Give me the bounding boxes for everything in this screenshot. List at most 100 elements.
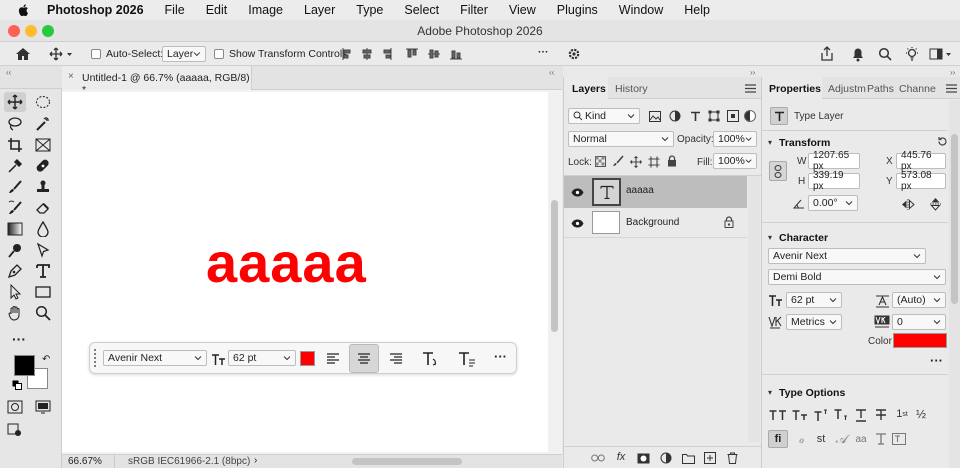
menu-type[interactable]: Type: [356, 3, 383, 17]
menu-edit[interactable]: Edit: [206, 3, 228, 17]
tab-layers[interactable]: Layers: [572, 77, 606, 99]
panel-menu-icon[interactable]: [745, 84, 756, 93]
gear-icon[interactable]: [566, 46, 582, 62]
superscript-icon[interactable]: [812, 407, 830, 423]
hand-tool-icon[interactable]: [4, 303, 26, 323]
ordinals-icon[interactable]: 1st: [892, 405, 912, 423]
search-icon[interactable]: [876, 45, 894, 63]
menu-filter[interactable]: Filter: [460, 3, 488, 17]
collapse-panel-icon[interactable]: ››: [950, 68, 955, 77]
magic-wand-icon[interactable]: [32, 114, 54, 134]
brush-tool-icon[interactable]: [4, 177, 26, 197]
close-tab-icon[interactable]: ×: [68, 71, 74, 82]
character-size-field[interactable]: 62 pt: [786, 292, 842, 308]
chevron-right-icon[interactable]: ›: [254, 455, 257, 466]
menu-file[interactable]: File: [165, 3, 185, 17]
panel-menu-icon[interactable]: [946, 84, 957, 93]
fractions-icon[interactable]: ½: [912, 405, 930, 423]
angle-field[interactable]: 0.00°: [808, 195, 858, 211]
filter-toggle-icon[interactable]: [744, 110, 756, 122]
link-layers-icon[interactable]: [590, 450, 606, 466]
menu-help[interactable]: Help: [684, 3, 710, 17]
align-right-icon[interactable]: [385, 349, 407, 369]
all-caps-icon[interactable]: [768, 407, 788, 423]
vertical-scrollbar[interactable]: [549, 92, 561, 452]
leading-field[interactable]: (Auto): [892, 292, 946, 308]
frame-tool-icon[interactable]: [32, 135, 54, 155]
zoom-tool-icon[interactable]: [32, 303, 54, 323]
filter-shape-icon[interactable]: [707, 109, 721, 123]
lock-pixels-icon[interactable]: [612, 155, 624, 167]
character-color-swatch[interactable]: [893, 333, 947, 348]
marquee-tool-icon[interactable]: [32, 92, 54, 112]
align-left-icon[interactable]: [322, 349, 344, 369]
context-size-dropdown[interactable]: 62 pt: [228, 350, 296, 366]
filter-smart-object-icon[interactable]: [726, 109, 740, 123]
default-colors-icon[interactable]: [12, 380, 22, 390]
eraser-tool-icon[interactable]: [32, 198, 54, 218]
collapse-panel-icon[interactable]: ‹‹: [549, 68, 554, 77]
height-field[interactable]: 339.19 px: [808, 170, 860, 192]
menu-select[interactable]: Select: [404, 3, 439, 17]
pen-tool-icon[interactable]: [32, 240, 54, 260]
rectangle-tool-icon[interactable]: [32, 282, 54, 302]
apple-icon[interactable]: [17, 3, 31, 17]
tab-channels[interactable]: Channe: [899, 77, 936, 99]
stamp-tool-icon[interactable]: [32, 177, 54, 197]
quick-mask-icon[interactable]: [4, 397, 26, 417]
stylistic-alternates-icon[interactable]: aa: [852, 431, 870, 447]
width-field[interactable]: 1207.65 px: [808, 150, 860, 172]
chevron-down-icon[interactable]: ▾: [768, 388, 772, 397]
blur-tool-icon[interactable]: [32, 219, 54, 239]
share-icon[interactable]: [818, 45, 836, 63]
subscript-icon[interactable]: [832, 407, 850, 423]
type-tool-icon[interactable]: [32, 261, 54, 281]
more-options-icon[interactable]: ···: [930, 353, 943, 368]
warp-text-icon[interactable]: [420, 349, 442, 369]
scrollbar-thumb[interactable]: [951, 134, 958, 304]
zoom-level[interactable]: 66.67%: [68, 456, 102, 467]
layer-row-aaaaa[interactable]: aaaaa: [564, 176, 747, 208]
small-caps-icon[interactable]: [790, 407, 810, 423]
foreground-color-swatch[interactable]: [14, 355, 35, 376]
filter-type-icon[interactable]: [688, 109, 702, 123]
collapse-panel-icon[interactable]: ››: [750, 68, 755, 77]
history-brush-icon[interactable]: [4, 198, 26, 218]
fill-field[interactable]: 100%: [713, 153, 757, 169]
lasso-tool-icon[interactable]: [4, 114, 26, 134]
menu-image[interactable]: Image: [248, 3, 283, 17]
layers-scrollbar[interactable]: [748, 176, 760, 442]
document-canvas[interactable]: aaaaa: [62, 92, 548, 452]
crop-tool-icon[interactable]: [4, 135, 26, 155]
gradient-tool-icon[interactable]: [4, 219, 26, 239]
document-tab[interactable]: × Untitled-1 @ 66.7% (aaaaa, RGB/8) *: [62, 66, 252, 96]
standard-ligatures-icon[interactable]: fi: [768, 430, 788, 448]
filter-pixel-icon[interactable]: [648, 109, 662, 123]
pen-path-tool-icon[interactable]: [4, 261, 26, 281]
flip-horizontal-icon[interactable]: [900, 197, 916, 211]
bell-icon[interactable]: [849, 45, 867, 63]
menu-window[interactable]: Window: [619, 3, 663, 17]
lightbulb-icon[interactable]: [903, 45, 921, 63]
move-tool-options-icon[interactable]: [48, 46, 74, 62]
tab-adjustments[interactable]: Adjustm: [828, 77, 866, 99]
filter-adjustment-icon[interactable]: [668, 109, 682, 123]
more-tools-icon[interactable]: ···: [8, 329, 30, 349]
auto-select-dropdown[interactable]: Layer: [162, 46, 206, 62]
path-selection-icon[interactable]: [4, 282, 26, 302]
eyedropper-icon[interactable]: [4, 156, 26, 176]
folder-icon[interactable]: [680, 450, 696, 466]
lock-icon[interactable]: [723, 216, 735, 228]
lock-position-icon[interactable]: [629, 155, 642, 168]
menu-view[interactable]: View: [509, 3, 536, 17]
healing-brush-icon[interactable]: [32, 156, 54, 176]
more-options-icon[interactable]: ···: [538, 46, 549, 58]
tab-paths[interactable]: Paths: [867, 77, 894, 99]
dodge-tool-icon[interactable]: [4, 240, 26, 260]
layer-filter-dropdown[interactable]: Kind: [568, 108, 640, 124]
screen-mode-icon[interactable]: [32, 397, 54, 417]
character-font-dropdown[interactable]: Avenir Next: [768, 248, 926, 264]
auto-select-checkbox[interactable]: [91, 49, 101, 59]
titling-alternates-icon[interactable]: [872, 431, 890, 447]
flip-vertical-icon[interactable]: [928, 196, 942, 212]
